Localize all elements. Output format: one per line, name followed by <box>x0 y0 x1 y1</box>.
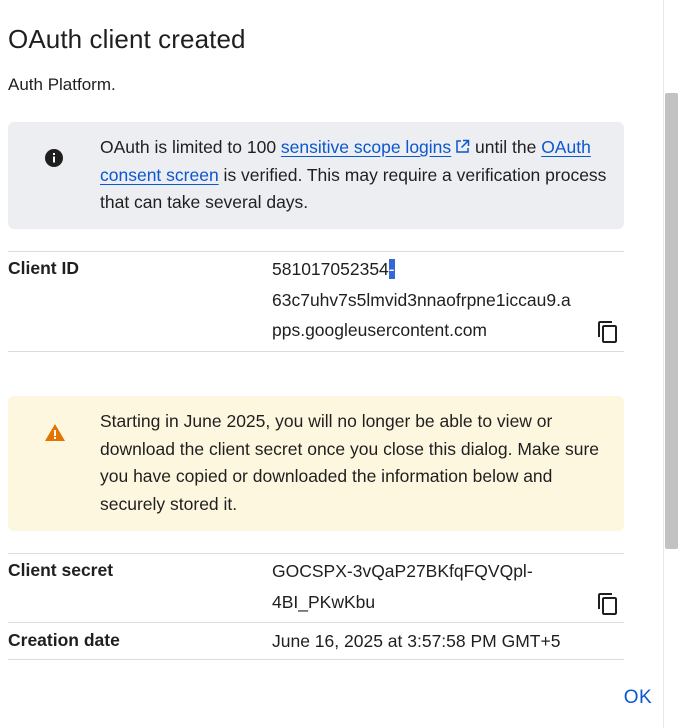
dialog-subtitle: Auth Platform. <box>8 75 116 94</box>
client-secret-value[interactable]: GOCSPX-3vQaP27BKfqFQVQpl- 4BI_PKwKbu <box>272 556 622 617</box>
dialog-title: OAuth client created <box>8 24 246 54</box>
copy-icon <box>598 593 617 615</box>
client-id-line: 63c7uhv7s5lmvid3nnaofrpne1iccau9.a <box>272 289 571 310</box>
info-icon <box>44 148 64 168</box>
divider <box>8 553 624 554</box>
info-text-part: OAuth is limited to 100 <box>100 137 281 157</box>
info-notice: OAuth is limited to 100 sensitive scope … <box>8 122 624 229</box>
oauth-client-created-dialog: OAuth client created Auth Platform. OAut… <box>0 0 681 728</box>
copy-client-id-button[interactable] <box>596 320 620 344</box>
divider <box>8 622 624 623</box>
sensitive-scope-logins-link[interactable]: sensitive scope logins <box>281 137 451 157</box>
divider <box>8 659 624 660</box>
client-secret-label: Client secret <box>8 560 114 580</box>
divider <box>8 351 624 352</box>
creation-date-value: June 16, 2025 at 3:57:58 PM GMT+5 <box>272 631 561 651</box>
warning-icon <box>44 422 66 444</box>
client-secret-line: GOCSPX-3vQaP27BKfqFQVQpl- <box>272 561 533 581</box>
open-in-new-icon[interactable] <box>455 135 470 153</box>
warning-notice: Starting in June 2025, you will no longe… <box>8 396 624 531</box>
client-id-value[interactable]: 581017052354- 63c7uhv7s5lmvid3nnaofrpne1… <box>272 254 622 346</box>
client-id-selection: - <box>388 259 395 279</box>
client-id-line: pps.googleusercontent.com <box>272 320 487 340</box>
warning-notice-text: Starting in June 2025, you will no longe… <box>100 411 600 514</box>
client-id-label: Client ID <box>8 258 79 278</box>
info-text-part: until the <box>470 137 542 157</box>
client-secret-line: 4BI_PKwKbu <box>272 591 376 612</box>
divider <box>8 251 624 252</box>
info-notice-text: OAuth is limited to 100 sensitive scope … <box>100 134 610 217</box>
ok-button[interactable]: OK <box>610 682 666 714</box>
creation-date-label: Creation date <box>8 630 120 650</box>
copy-icon <box>598 321 617 343</box>
copy-client-secret-button[interactable] <box>596 592 620 616</box>
scrollbar-thumb[interactable] <box>665 93 678 549</box>
client-id-line: 581017052354 <box>272 259 389 279</box>
